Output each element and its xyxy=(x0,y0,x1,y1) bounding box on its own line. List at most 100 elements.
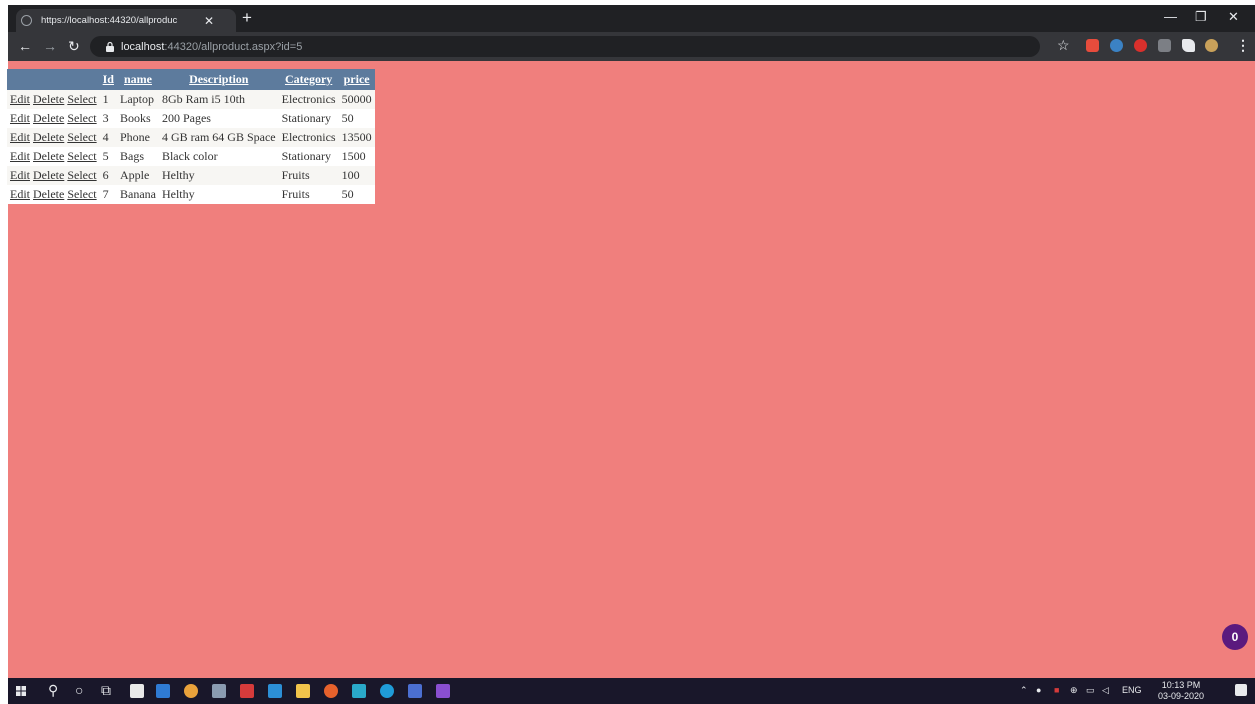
row-commands: Edit Delete Select xyxy=(7,166,100,185)
notifications-icon[interactable] xyxy=(1235,684,1247,696)
cell-name: Phone xyxy=(116,128,159,147)
tray-volume-icon[interactable]: ◁ xyxy=(1102,685,1109,696)
tray-network-icon[interactable]: ● xyxy=(1036,685,1041,695)
cell-id: 1 xyxy=(99,90,117,109)
app-l-icon[interactable] xyxy=(156,684,170,698)
search-icon[interactable]: ⚲ xyxy=(48,682,58,699)
select-link[interactable]: Select xyxy=(67,149,96,163)
new-tab-button[interactable]: + xyxy=(242,8,252,28)
select-link[interactable]: Select xyxy=(67,168,96,182)
cell-category: Fruits xyxy=(278,166,339,185)
table-row: Edit Delete Select 1 Laptop 8Gb Ram i5 10th El… xyxy=(7,90,375,109)
cell-description: 200 Pages xyxy=(158,109,279,128)
table-row: Edit Delete Select 3 Books 200 Pages Stationar… xyxy=(7,109,375,128)
cortana-icon[interactable]: ○ xyxy=(75,682,83,698)
cell-name: Bags xyxy=(116,147,159,166)
cell-category: Electronics xyxy=(278,90,339,109)
mcafee-icon[interactable] xyxy=(240,684,254,698)
close-window-button[interactable]: ✕ xyxy=(1228,9,1239,25)
edit-link[interactable]: Edit xyxy=(10,149,30,163)
mail-icon[interactable] xyxy=(268,684,282,698)
maximize-button[interactable]: ❐ xyxy=(1195,9,1207,25)
header-commands xyxy=(7,69,100,90)
cell-name: Books xyxy=(116,109,159,128)
cell-price: 100 xyxy=(338,166,375,185)
edit-link[interactable]: Edit xyxy=(10,187,30,201)
word-icon[interactable] xyxy=(408,684,422,698)
delete-link[interactable]: Delete xyxy=(33,111,64,125)
header-category[interactable]: Category xyxy=(278,69,339,90)
more-menu-icon[interactable]: ⋮ xyxy=(1236,37,1250,54)
cell-description: 4 GB ram 64 GB Space xyxy=(158,128,279,147)
browser-toolbar: ← → ↻ localhost:44320/allproduct.aspx?id… xyxy=(8,32,1255,61)
forward-arrow-icon[interactable]: → xyxy=(43,38,57,54)
tab-title: https://localhost:44320/allproduc xyxy=(41,15,178,26)
edit-link[interactable]: Edit xyxy=(10,130,30,144)
windows-taskbar: ⚲ ○ ⧉ ⌃ ● ■ ⊕ ▭ ◁ ENG 10:13 PM 03-09-202… xyxy=(8,678,1255,704)
header-price[interactable]: price xyxy=(338,69,375,90)
extension-icon-4[interactable] xyxy=(1158,39,1171,52)
row-commands: Edit Delete Select xyxy=(7,185,100,204)
chrome-icon[interactable] xyxy=(184,684,198,698)
row-commands: Edit Delete Select xyxy=(7,90,100,109)
header-name[interactable]: name xyxy=(116,69,159,90)
store-icon[interactable] xyxy=(130,684,144,698)
bookmark-star-icon[interactable]: ☆ xyxy=(1057,37,1070,54)
app-icon[interactable] xyxy=(212,684,226,698)
delete-link[interactable]: Delete xyxy=(33,130,64,144)
reload-icon[interactable]: ↻ xyxy=(68,38,80,55)
clock-date: 03-09-2020 xyxy=(1158,691,1205,701)
profile-avatar[interactable] xyxy=(1205,39,1218,52)
header-description[interactable]: Description xyxy=(158,69,279,90)
row-commands: Edit Delete Select xyxy=(7,147,100,166)
language-indicator[interactable]: ENG xyxy=(1122,685,1142,695)
extension-icon-2[interactable] xyxy=(1110,39,1123,52)
tab-allproduct[interactable]: https://localhost:44320/allproduc ✕ xyxy=(16,9,236,32)
table-row: Edit Delete Select 4 Phone 4 GB ram 64 GB Spa… xyxy=(7,128,375,147)
edit-link[interactable]: Edit xyxy=(10,168,30,182)
select-link[interactable]: Select xyxy=(67,92,96,106)
url-text: localhost:44320/allproduct.aspx?id=5 xyxy=(121,40,303,53)
tray-globe-icon[interactable]: ⊕ xyxy=(1070,685,1078,696)
extension-icon-1[interactable] xyxy=(1086,39,1099,52)
windows-start-icon[interactable] xyxy=(16,686,26,696)
minimize-button[interactable]: — xyxy=(1164,9,1177,24)
cell-id: 7 xyxy=(99,185,117,204)
edit-link[interactable]: Edit xyxy=(10,111,30,125)
delete-link[interactable]: Delete xyxy=(33,187,64,201)
adblock-icon[interactable] xyxy=(1134,39,1147,52)
puzzle-icon[interactable] xyxy=(1182,39,1195,52)
app-teal-icon[interactable] xyxy=(352,684,366,698)
task-view-icon[interactable]: ⧉ xyxy=(101,682,111,699)
table-row: Edit Delete Select 7 Banana Helthy Fruits 50 xyxy=(7,185,375,204)
delete-link[interactable]: Delete xyxy=(33,149,64,163)
grid-header-row: Id name Description Category price xyxy=(7,69,375,90)
file-explorer-icon[interactable] xyxy=(296,684,310,698)
header-id[interactable]: Id xyxy=(99,69,117,90)
tray-mcafee-icon[interactable]: ■ xyxy=(1054,685,1059,695)
tab-close-icon[interactable]: ✕ xyxy=(204,14,214,28)
select-link[interactable]: Select xyxy=(67,130,96,144)
cell-id: 3 xyxy=(99,109,117,128)
back-arrow-icon[interactable]: ← xyxy=(18,38,32,54)
tray-chevron-icon[interactable]: ⌃ xyxy=(1020,685,1028,696)
notification-badge[interactable]: 0 xyxy=(1222,624,1248,650)
table-row: Edit Delete Select 5 Bags Black color Stationa… xyxy=(7,147,375,166)
globe-icon xyxy=(21,15,32,26)
address-bar[interactable]: localhost:44320/allproduct.aspx?id=5 xyxy=(90,36,1040,57)
row-commands: Edit Delete Select xyxy=(7,128,100,147)
tray-battery-icon[interactable]: ▭ xyxy=(1086,685,1095,696)
delete-link[interactable]: Delete xyxy=(33,92,64,106)
edge-icon[interactable] xyxy=(380,684,394,698)
visual-studio-icon[interactable] xyxy=(436,684,450,698)
select-link[interactable]: Select xyxy=(67,111,96,125)
cell-name: Apple xyxy=(116,166,159,185)
app-orange-icon[interactable] xyxy=(324,684,338,698)
cell-price: 13500 xyxy=(338,128,375,147)
tab-strip: https://localhost:44320/allproduc ✕ + — … xyxy=(8,5,1255,32)
cell-id: 4 xyxy=(99,128,117,147)
delete-link[interactable]: Delete xyxy=(33,168,64,182)
edit-link[interactable]: Edit xyxy=(10,92,30,106)
taskbar-clock[interactable]: 10:13 PM 03-09-2020 xyxy=(1158,680,1204,702)
select-link[interactable]: Select xyxy=(67,187,96,201)
